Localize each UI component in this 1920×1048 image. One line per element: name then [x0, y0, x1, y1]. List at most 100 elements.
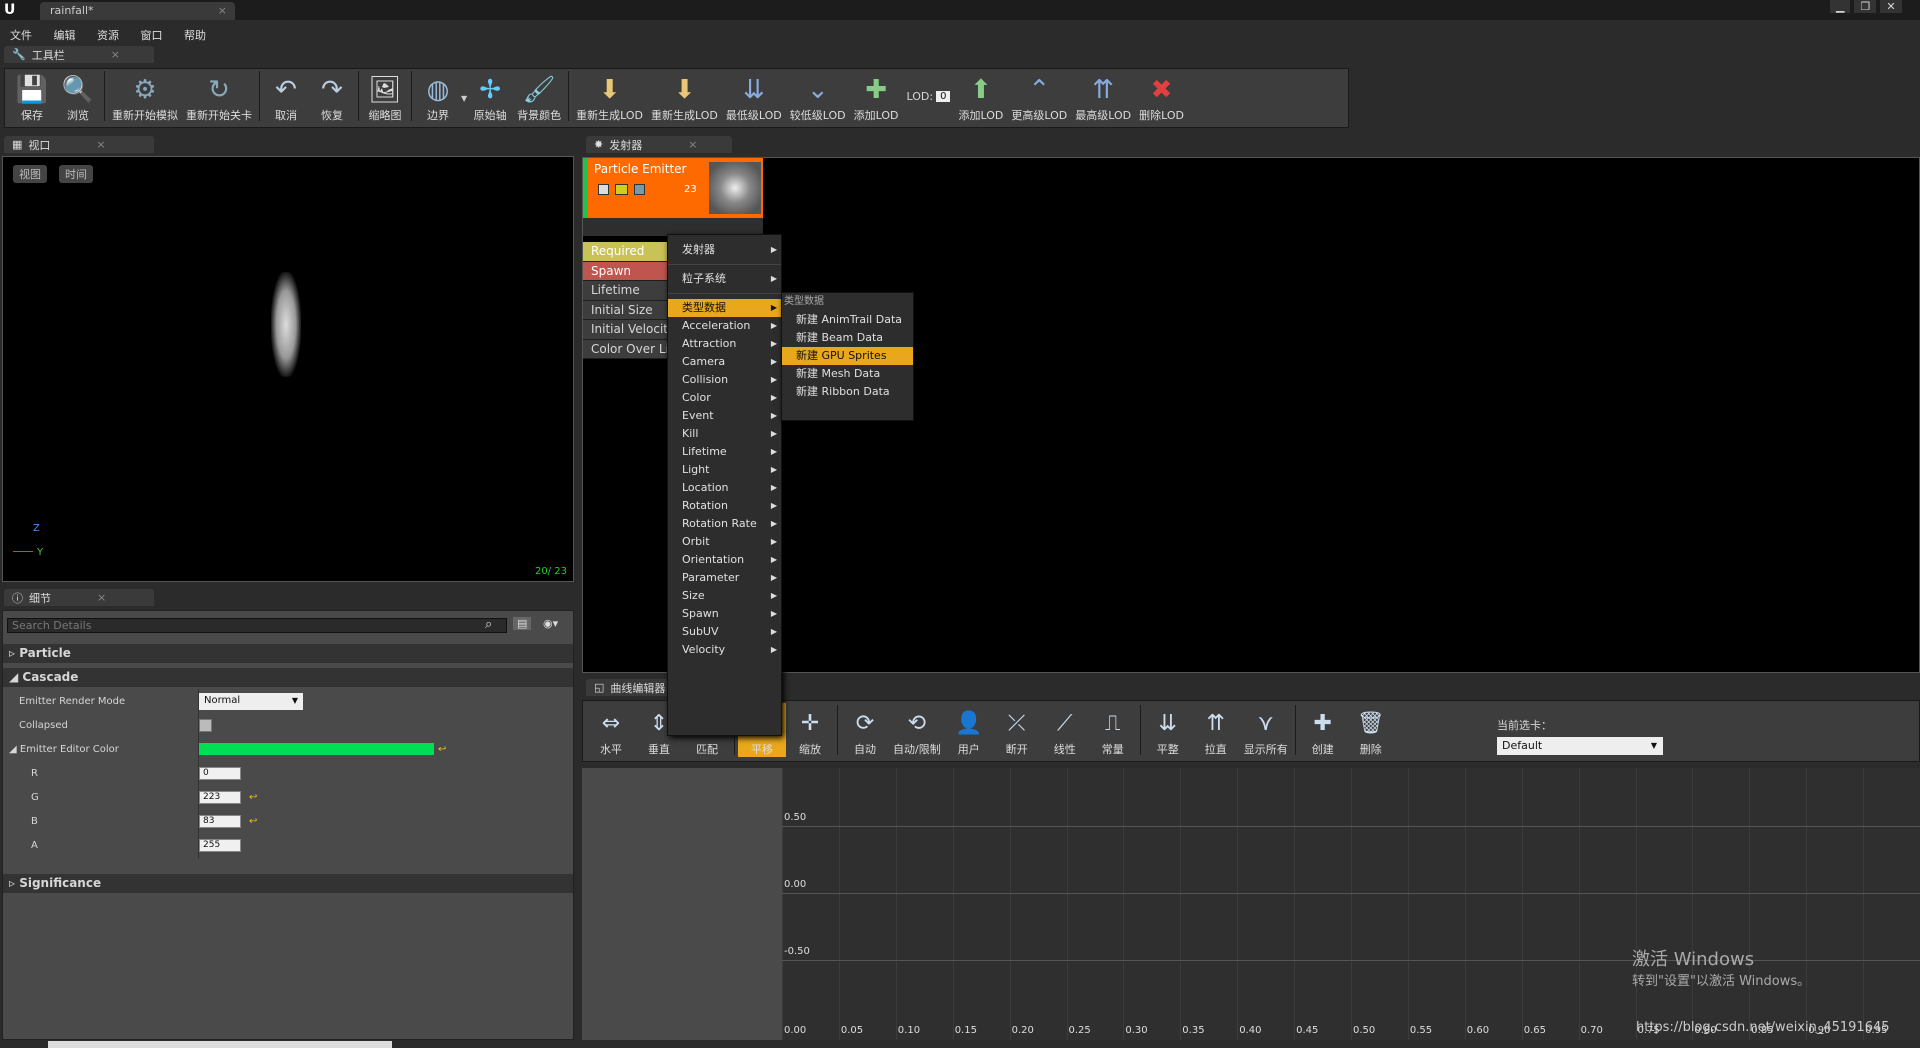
collapsed-checkbox[interactable]: [199, 718, 212, 732]
menu-item-color[interactable]: Color ▶: [668, 389, 781, 407]
menu-item-attraction[interactable]: Attraction ▶: [668, 335, 781, 353]
g-field[interactable]: 223: [199, 790, 241, 804]
origin-axis-button[interactable]: ✢ 原始轴: [467, 69, 513, 123]
menu-window[interactable]: 窗口: [141, 29, 163, 42]
menu-item-orientation[interactable]: Orientation ▶: [668, 551, 781, 569]
toolbar-tab[interactable]: 🔧 工具栏 ×: [4, 46, 154, 63]
menu-item-orbit[interactable]: Orbit ▶: [668, 533, 781, 551]
close-icon[interactable]: ×: [97, 591, 106, 604]
reset-icon[interactable]: ↩: [438, 744, 446, 755]
render-mode-icon[interactable]: [615, 184, 628, 195]
bounds-button[interactable]: ◍ 边界: [415, 69, 461, 123]
regen-lod-2-button[interactable]: ⬇ 重新生成LOD: [647, 69, 722, 123]
curve-btn-15[interactable]: 🗑 删除: [1347, 703, 1395, 757]
eye-icon[interactable]: ◉▾: [543, 617, 558, 630]
menu-item-kill[interactable]: Kill ▶: [668, 425, 781, 443]
close-window-button[interactable]: ✕: [1880, 0, 1902, 13]
minimize-button[interactable]: ▁: [1830, 0, 1851, 13]
menu-item-rotation-rate[interactable]: Rotation Rate ▶: [668, 515, 781, 533]
solo-icon[interactable]: [634, 184, 645, 195]
restart-sim-button[interactable]: ⚙ 重新开始模拟: [108, 69, 182, 123]
menu-item-type-data[interactable]: 类型数据 ▶: [668, 299, 781, 317]
menu-edit[interactable]: 编辑: [54, 29, 76, 42]
curve-btn-7[interactable]: 👤 用户: [945, 703, 993, 757]
menu-help[interactable]: 帮助: [184, 29, 206, 42]
emitter-header[interactable]: Particle Emitter 23: [583, 158, 763, 218]
menu-item-spawn[interactable]: Spawn ▶: [668, 605, 781, 623]
curve-btn-4[interactable]: ✛ 缩放: [786, 703, 834, 757]
r-field[interactable]: 0: [199, 766, 241, 780]
menu-item-location[interactable]: Location ▶: [668, 479, 781, 497]
view-button[interactable]: 视图: [13, 165, 47, 183]
browse-button[interactable]: 🔍 浏览: [55, 69, 101, 123]
details-tab[interactable]: ⓘ 细节 ×: [4, 589, 154, 606]
menu-file[interactable]: 文件: [10, 29, 32, 42]
curve-btn-11[interactable]: ⇊ 平整: [1144, 703, 1192, 757]
curve-btn-0[interactable]: ⇔ 水平: [587, 703, 635, 757]
thumbnail-button[interactable]: 🖼 缩略图: [362, 69, 408, 123]
curve-btn-12[interactable]: ⇈ 拉直: [1192, 703, 1240, 757]
curve-btn-5[interactable]: ⟳ 自动: [841, 703, 889, 757]
menu-item-event[interactable]: Event ▶: [668, 407, 781, 425]
lowest-lod-button[interactable]: ⇊ 最低级LOD: [722, 69, 786, 123]
current-tab-select[interactable]: Default ▼: [1497, 737, 1663, 755]
view-options-icon[interactable]: ▤: [513, 617, 532, 630]
reset-g-icon[interactable]: ↩: [249, 792, 257, 803]
curve-btn-6[interactable]: ⟲ 自动/限制: [889, 703, 945, 757]
curve-btn-13[interactable]: ⋎ 显示所有: [1240, 703, 1292, 757]
curve-btn-14[interactable]: ✚ 创建: [1299, 703, 1347, 757]
section-significance[interactable]: ▹ Significance: [3, 874, 573, 893]
menu-item-parameter[interactable]: Parameter ▶: [668, 569, 781, 587]
menu-item-size[interactable]: Size ▶: [668, 587, 781, 605]
menu-item-subuv[interactable]: SubUV ▶: [668, 623, 781, 641]
emitter-tab[interactable]: ✸ 发射器 ×: [586, 136, 732, 153]
menu-item-collision[interactable]: Collision ▶: [668, 371, 781, 389]
section-cascade[interactable]: ◢ Cascade: [3, 668, 573, 687]
add-lod-2-button[interactable]: ⬆ 添加LOD: [954, 69, 1007, 123]
submenu-item-4[interactable]: 新建 Ribbon Data: [782, 383, 913, 401]
reset-b-icon[interactable]: ↩: [249, 816, 257, 827]
curve-btn-9[interactable]: ⟋ 线性: [1041, 703, 1089, 757]
document-tab[interactable]: rainfall* ×: [40, 2, 235, 20]
highest-lod-button[interactable]: ⇈ 最高级LOD: [1071, 69, 1135, 123]
maximize-button[interactable]: ❐: [1854, 0, 1877, 13]
a-field[interactable]: 255: [199, 838, 241, 852]
menu-item-velocity[interactable]: Velocity ▶: [668, 641, 781, 659]
lower-lod-button[interactable]: ⌄ 较低级LOD: [786, 69, 850, 123]
restart-level-button[interactable]: ↻ 重新开始关卡: [182, 69, 256, 123]
render-mode-select[interactable]: Normal ▼: [199, 692, 303, 710]
redo-button[interactable]: ↷ 恢复: [309, 69, 355, 123]
scrollbar[interactable]: [48, 1041, 392, 1048]
menu-item-light[interactable]: Light ▶: [668, 461, 781, 479]
delete-lod-button[interactable]: ✖ 删除LOD: [1135, 69, 1188, 123]
menu-asset[interactable]: 资源: [97, 29, 119, 42]
higher-lod-button[interactable]: ⌃ 更高级LOD: [1007, 69, 1071, 123]
submenu-item-1[interactable]: 新建 Beam Data: [782, 329, 913, 347]
search-input[interactable]: Search Details: [7, 618, 507, 633]
lod-input[interactable]: 0: [936, 90, 951, 102]
close-tab-icon[interactable]: ×: [218, 4, 227, 17]
editor-color-swatch[interactable]: [199, 743, 434, 755]
save-button[interactable]: 💾 保存: [9, 69, 55, 123]
curve-graph[interactable]: 0.00 0.05 0.10 0.15 0.20 0.25 0.30 0.35 0.40 0.45…: [782, 768, 1920, 1040]
menu-item-rotation[interactable]: Rotation ▶: [668, 497, 781, 515]
undo-button[interactable]: ↶ 取消: [263, 69, 309, 123]
submenu-item-3[interactable]: 新建 Mesh Data: [782, 365, 913, 383]
close-icon[interactable]: ×: [96, 138, 105, 151]
add-lod-button[interactable]: ✚ 添加LOD: [850, 69, 903, 123]
menu-item-camera[interactable]: Camera ▶: [668, 353, 781, 371]
submenu-item-2[interactable]: 新建 GPU Sprites: [782, 347, 913, 365]
submenu-item-0[interactable]: 新建 AnimTrail Data: [782, 311, 913, 329]
viewport-tab[interactable]: ▦ 视口 ×: [4, 136, 154, 153]
curve-btn-8[interactable]: ⤫ 断开: [993, 703, 1041, 757]
regen-lod-button[interactable]: ⬇ 重新生成LOD: [572, 69, 647, 123]
enable-checkbox[interactable]: [598, 184, 609, 195]
menu-item-particle-system[interactable]: 粒子系统 ▶: [668, 270, 781, 288]
close-icon[interactable]: ×: [688, 138, 697, 151]
menu-item-lifetime[interactable]: Lifetime ▶: [668, 443, 781, 461]
viewport[interactable]: 视图 时间 Z Y 20/ 23: [2, 156, 574, 582]
curve-btn-10[interactable]: ⎍ 常量: [1089, 703, 1137, 757]
b-field[interactable]: 83: [199, 814, 241, 828]
close-icon[interactable]: ×: [111, 48, 120, 61]
section-particle[interactable]: ▹ Particle: [3, 644, 573, 663]
